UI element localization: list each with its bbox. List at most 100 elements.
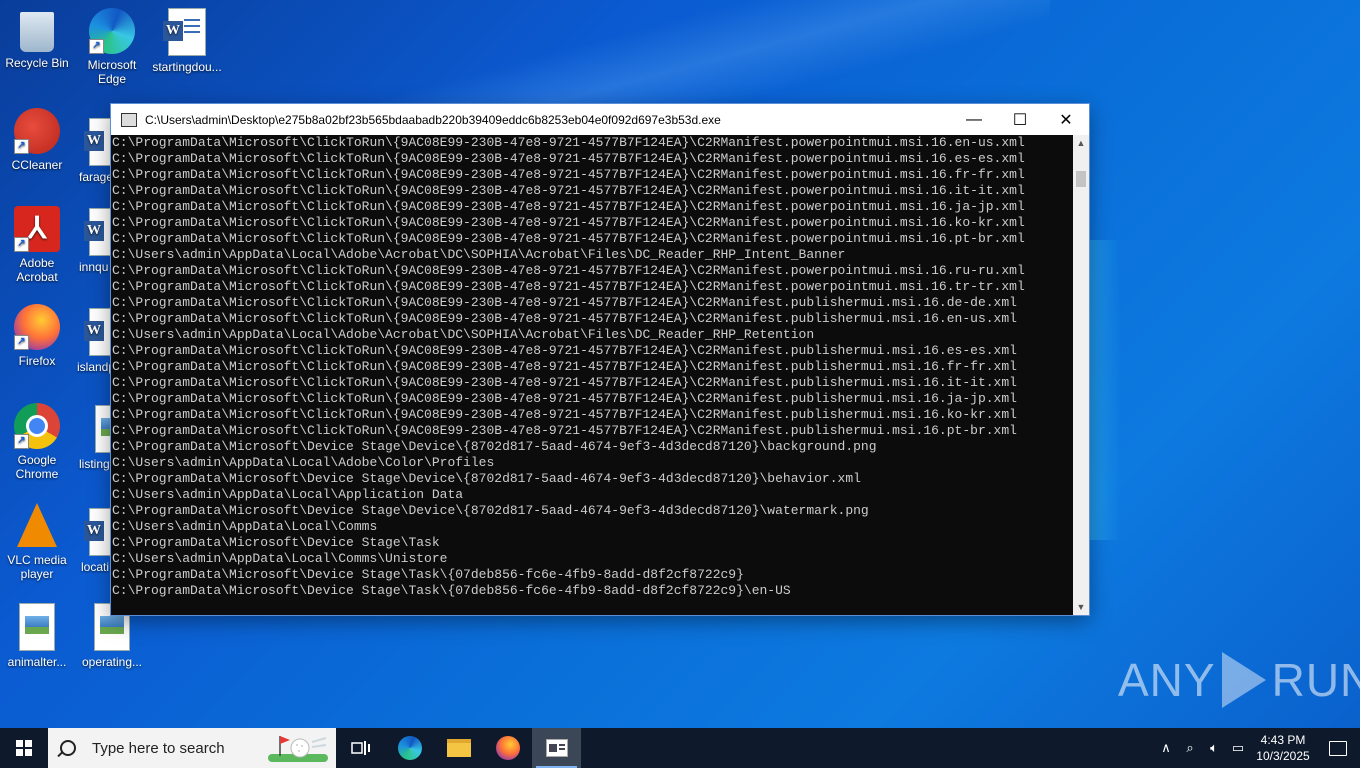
console-line: C:\ProgramData\Microsoft\ClickToRun\{9AC… <box>112 231 1025 246</box>
shortcut-arrow-icon: ↗ <box>89 39 104 54</box>
console-output[interactable]: C:\ProgramData\Microsoft\ClickToRun\{9AC… <box>111 135 1073 615</box>
desktop-icon-farage[interactable]: W farage <box>75 118 115 184</box>
desktop-icon-label: Recycle Bin <box>5 56 69 70</box>
shortcut-arrow-icon: ↗ <box>14 335 29 350</box>
desktop-icon-label: Firefox <box>18 354 56 368</box>
scroll-down-arrow-icon[interactable]: ▼ <box>1073 599 1089 615</box>
desktop-icon-label: locati <box>81 560 110 574</box>
desktop-icon-locati[interactable]: W locati <box>75 508 115 574</box>
console-line: C:\ProgramData\Microsoft\ClickToRun\{9AC… <box>112 135 1025 150</box>
console-line: C:\ProgramData\Microsoft\Device Stage\De… <box>112 503 869 518</box>
desktop-icon-animalter[interactable]: animalter... <box>0 603 74 669</box>
scroll-up-arrow-icon[interactable]: ▲ <box>1073 135 1089 151</box>
console-app-icon <box>121 112 137 127</box>
show-hidden-icons-chevron-icon[interactable]: ∧ <box>1154 740 1178 756</box>
taskbar-file-explorer-button[interactable] <box>434 728 483 768</box>
start-button[interactable] <box>0 728 48 768</box>
ccleaner-icon: ↗ <box>14 108 60 154</box>
console-line: C:\ProgramData\Microsoft\Device Stage\Ta… <box>112 583 791 598</box>
system-tray: ∧ ⌕ 🔈︎ ▭ 4:43 PM 10/3/2025 <box>1154 728 1360 768</box>
acrobat-icon: ⅄ ↗ <box>14 206 60 252</box>
desktop-icon-innqu[interactable]: W innqu <box>75 208 115 274</box>
word-document-icon: W <box>163 8 206 56</box>
taskbar-firefox-button[interactable] <box>483 728 532 768</box>
desktop-icon-label: animalter... <box>7 655 67 669</box>
console-line: C:\ProgramData\Microsoft\ClickToRun\{9AC… <box>112 279 1025 294</box>
vertical-scrollbar[interactable]: ▲ ▼ <box>1073 135 1089 615</box>
search-icon <box>60 740 76 756</box>
desktop-icon-recycle-bin[interactable]: Recycle Bin <box>0 8 74 70</box>
taskbar-console-button[interactable] <box>532 728 581 768</box>
desktop-icon-label: operating... <box>81 655 143 669</box>
desktop-icon-label: VLC media player <box>7 553 67 581</box>
maximize-button[interactable]: ☐ <box>997 104 1043 135</box>
volume-icon[interactable]: 🔈︎ <box>1202 740 1226 756</box>
desktop-icon-label: Google Chrome <box>15 453 59 481</box>
desktop-icon-startingdou[interactable]: W startingdou... <box>150 8 224 74</box>
desktop-icon-ccleaner[interactable]: ↗ CCleaner <box>0 108 74 172</box>
watermark-text-left: ANY <box>1118 654 1216 706</box>
desktop-icon-label: CCleaner <box>11 158 63 172</box>
console-line: C:\ProgramData\Microsoft\ClickToRun\{9AC… <box>112 151 1025 166</box>
console-line: C:\Users\admin\AppData\Local\Adobe\Color… <box>112 455 495 470</box>
meet-now-icon[interactable]: ⌕ <box>1178 740 1202 756</box>
console-app-icon <box>545 739 568 757</box>
recycle-bin-icon <box>20 12 54 52</box>
console-line: C:\ProgramData\Microsoft\ClickToRun\{9AC… <box>112 359 1017 374</box>
notification-center-button[interactable] <box>1316 728 1360 768</box>
taskbar: Type here to search ∧ ⌕ 🔈︎ ▭ 4:43 PM 10/… <box>0 728 1360 768</box>
desktop-icon-vlc[interactable]: VLC media player <box>0 503 74 581</box>
console-line: C:\Users\admin\AppData\Local\Application… <box>112 487 464 502</box>
clock-time: 4:43 PM <box>1260 733 1306 747</box>
image-file-icon <box>19 603 55 651</box>
vlc-cone-icon <box>17 503 57 547</box>
scrollbar-thumb[interactable] <box>1076 171 1086 187</box>
edge-icon: ↗ <box>89 8 135 54</box>
desktop-icon-label: startingdou... <box>152 60 222 74</box>
console-line: C:\ProgramData\Microsoft\ClickToRun\{9AC… <box>112 183 1025 198</box>
console-line: C:\Users\admin\AppData\Local\Adobe\Acrob… <box>112 327 815 342</box>
watermark-text-right: RUN <box>1271 654 1360 706</box>
desktop-icon-label: farage <box>79 170 114 184</box>
console-line: C:\ProgramData\Microsoft\ClickToRun\{9AC… <box>112 199 1025 214</box>
task-view-icon <box>350 741 370 755</box>
taskbar-edge-button[interactable] <box>385 728 434 768</box>
chrome-icon: ↗ <box>14 403 60 449</box>
console-window[interactable]: C:\Users\admin\Desktop\e275b8a02bf23b565… <box>111 104 1089 615</box>
console-line: C:\ProgramData\Microsoft\Device Stage\De… <box>112 439 877 454</box>
desktop-icon-islandp[interactable]: W islandp <box>75 308 115 374</box>
console-line: C:\ProgramData\Microsoft\ClickToRun\{9AC… <box>112 167 1025 182</box>
window-title: C:\Users\admin\Desktop\e275b8a02bf23b565… <box>145 112 721 127</box>
desktop-icon-adobe-acrobat[interactable]: ⅄ ↗ Adobe Acrobat <box>0 206 74 284</box>
window-titlebar[interactable]: C:\Users\admin\Desktop\e275b8a02bf23b565… <box>111 104 1089 135</box>
desktop-icon-label: listing <box>79 457 110 471</box>
console-line: C:\ProgramData\Microsoft\ClickToRun\{9AC… <box>112 295 1017 310</box>
desktop-icon-label: islandp <box>77 360 115 374</box>
console-line: C:\Users\admin\AppData\Local\Comms <box>112 519 378 534</box>
task-view-button[interactable] <box>336 728 385 768</box>
console-line: C:\ProgramData\Microsoft\ClickToRun\{9AC… <box>112 391 1017 406</box>
search-placeholder: Type here to search <box>92 739 225 757</box>
search-box[interactable]: Type here to search <box>48 728 336 768</box>
play-logo-icon <box>1221 652 1266 708</box>
console-line: C:\ProgramData\Microsoft\ClickToRun\{9AC… <box>112 215 1025 230</box>
shortcut-arrow-icon: ↗ <box>14 139 29 154</box>
desktop-icon-microsoft-edge[interactable]: ↗ Microsoft Edge <box>75 8 149 86</box>
desktop-icon-google-chrome[interactable]: ↗ Google Chrome <box>0 403 74 481</box>
notification-icon <box>1329 740 1347 756</box>
minimize-button[interactable]: — <box>951 104 997 135</box>
close-button[interactable]: ✕ <box>1043 104 1089 135</box>
desktop-icon-label: innqu <box>79 260 109 274</box>
console-line: C:\ProgramData\Microsoft\ClickToRun\{9AC… <box>112 407 1017 422</box>
shortcut-arrow-icon: ↗ <box>14 434 29 449</box>
network-icon[interactable]: ▭ <box>1226 740 1250 756</box>
golf-search-highlight-icon <box>268 736 328 762</box>
console-line: C:\ProgramData\Microsoft\ClickToRun\{9AC… <box>112 263 1025 278</box>
console-line: C:\ProgramData\Microsoft\Device Stage\De… <box>112 471 861 486</box>
desktop-icon-listing[interactable]: listing <box>75 405 115 471</box>
clock[interactable]: 4:43 PM 10/3/2025 <box>1250 732 1316 764</box>
desktop-icon-firefox[interactable]: ↗ Firefox <box>0 304 74 368</box>
anyrun-watermark: ANY RUN <box>1118 652 1360 708</box>
console-line: C:\ProgramData\Microsoft\ClickToRun\{9AC… <box>112 311 1017 326</box>
edge-icon <box>397 736 422 760</box>
